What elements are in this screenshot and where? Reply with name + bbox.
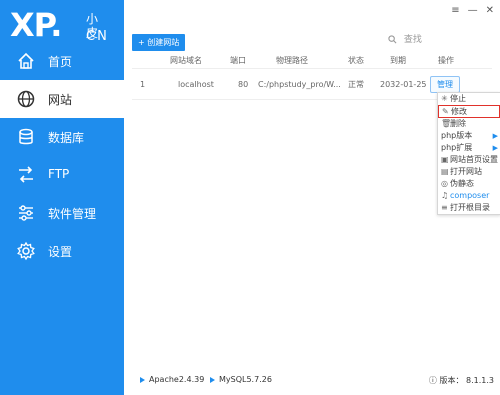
menu-item-open-site[interactable]: ▤ 打开网站 <box>438 166 500 178</box>
sidebar-item-website[interactable]: 网站 <box>0 80 124 118</box>
ftp-icon <box>19 166 33 183</box>
menu-item-label: 伪静态 <box>450 179 474 188</box>
window-controls: ≡ — ✕ <box>451 5 494 16</box>
info-icon: ⓘ <box>428 376 437 385</box>
menu-item-label: 修改 <box>451 107 467 116</box>
menu-item-composer[interactable]: ♫ composer <box>438 190 500 202</box>
sidebar-item-home[interactable]: 首页 <box>0 42 124 80</box>
search-input[interactable]: 查找 <box>404 35 422 45</box>
submenu-arrow-icon: ▶ <box>492 132 498 140</box>
search-icon <box>388 35 397 44</box>
sidebar-item-label: 设置 <box>48 245 73 259</box>
menu-item-label: 停止 <box>450 94 466 103</box>
menu-item-php-version[interactable]: php版本 ▶ <box>438 130 500 142</box>
service-label: MySQL5.7.26 <box>219 375 272 384</box>
menu-item-stop[interactable]: ✳ 停止 <box>438 93 500 105</box>
play-icon <box>210 376 215 383</box>
service-label: Apache2.4.39 <box>149 375 205 384</box>
rewrite-icon: ◎ <box>441 179 448 188</box>
menu-item-rewrite[interactable]: ◎ 伪静态 <box>438 178 500 190</box>
globe-icon <box>17 90 35 108</box>
database-icon <box>19 128 33 145</box>
logo-main: XP. <box>10 6 62 44</box>
menu-item-php-ext[interactable]: php扩展 ▶ <box>438 142 500 154</box>
version-label: 版本： 8.1.1.3 <box>439 376 494 385</box>
row-index: 1 <box>140 79 146 89</box>
close-icon[interactable]: ✕ <box>486 5 494 16</box>
edit-icon: ✎ <box>442 107 449 116</box>
menu-item-home-settings[interactable]: ▣ 网站首页设置 <box>438 154 500 166</box>
home-settings-icon: ▣ <box>441 155 449 164</box>
menu-item-delete[interactable]: 🗑 删除 <box>438 118 500 130</box>
sidebar-item-settings[interactable]: 设置 <box>0 232 124 270</box>
service-apache[interactable]: Apache2.4.39 <box>140 375 204 384</box>
menu-item-label: 打开网站 <box>450 167 482 176</box>
trash-icon: 🗑 <box>441 119 452 128</box>
minimize-icon[interactable]: — <box>468 5 478 16</box>
menu-icon[interactable]: ≡ <box>451 5 459 16</box>
sidebar-item-label: 网站 <box>48 93 73 107</box>
menu-item-label: 网站首页设置 <box>450 155 498 164</box>
header-path: 物理路径 <box>276 55 308 65</box>
sidebar-item-label: 数据库 <box>48 131 85 145</box>
context-menu: ✳ 停止 ✎ 修改 🗑 删除 php版本 ▶ php扩展 ▶ ▣ 网站首页设置 ▤ 打开网站 … <box>437 92 500 215</box>
create-website-button[interactable]: + 创建网站 <box>132 34 186 51</box>
menu-item-label: php扩展 <box>441 143 473 152</box>
sidebar-item-label: 软件管理 <box>48 207 97 221</box>
menu-item-label: composer <box>450 191 490 200</box>
play-icon <box>140 376 145 383</box>
menu-item-label: 打开根目录 <box>450 203 490 212</box>
manage-button[interactable]: 管理 <box>430 75 460 93</box>
menu-item-label: 删除 <box>450 119 466 128</box>
sidebar-item-software[interactable]: 软件管理 <box>0 194 124 232</box>
folder-icon: ≡ <box>441 203 448 212</box>
header-status: 状态 <box>348 55 364 65</box>
row-expire: 2032-01-25 <box>380 79 427 89</box>
row-port: 80 <box>238 79 249 89</box>
row-status: 正常 <box>348 79 364 89</box>
service-mysql[interactable]: MySQL5.7.26 <box>210 375 272 384</box>
sidebar-item-ftp[interactable]: FTP <box>0 156 124 194</box>
gear-icon <box>17 241 35 261</box>
row-domain: localhost <box>178 79 214 89</box>
home-icon <box>18 52 34 69</box>
row-path: C:/phpstudy_pro/W... <box>258 79 341 89</box>
header-port: 端口 <box>230 55 246 65</box>
sidebar-item-label: 首页 <box>48 55 73 69</box>
sidebar-item-label: FTP <box>48 167 70 181</box>
menu-item-open-root[interactable]: ≡ 打开根目录 <box>438 202 500 214</box>
header-expire: 到期 <box>390 55 406 65</box>
menu-item-label: php版本 <box>441 131 473 140</box>
submenu-arrow-icon: ▶ <box>492 144 498 152</box>
sidebar-nav: 首页 网站 数据库 FTP 软件管理 设置 <box>0 42 124 270</box>
toolbar: + 创建网站 <box>132 30 186 51</box>
table-header: 网站域名 端口 物理路径 状态 到期 操作 <box>132 52 492 69</box>
composer-icon: ♫ <box>441 191 449 200</box>
header-domain: 网站域名 <box>170 55 202 65</box>
stop-icon: ✳ <box>441 94 448 103</box>
open-site-icon: ▤ <box>441 167 449 176</box>
search-box[interactable]: 查找 <box>388 32 478 46</box>
header-action: 操作 <box>438 55 454 65</box>
menu-item-edit[interactable]: ✎ 修改 <box>438 105 500 118</box>
version-info: ⓘ 版本： 8.1.1.3 <box>429 375 494 386</box>
sliders-icon <box>19 205 33 221</box>
sidebar: XP. 小皮 CN 首页 网站 数据库 FTP 软件管理 设置 <box>0 0 124 395</box>
sidebar-item-database[interactable]: 数据库 <box>0 118 124 156</box>
status-bar: Apache2.4.39 MySQL5.7.26 ⓘ 版本： 8.1.1.3 <box>124 366 500 395</box>
